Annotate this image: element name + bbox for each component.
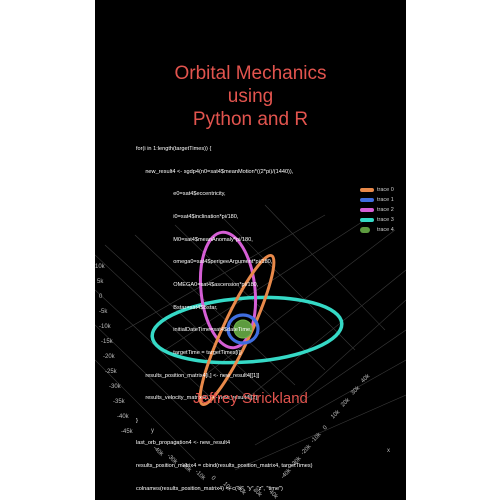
tick-label: -20k (103, 354, 116, 360)
code-line: for(i in 1:length(targetTimes)) { (136, 146, 212, 153)
legend-swatch (360, 218, 374, 222)
tick-label: -10k (99, 324, 112, 330)
legend-swatch (360, 227, 370, 233)
legend-label: trace 4 (377, 227, 394, 233)
code-line: new_result4 <- sgdp4(n0=sat4$meanMotion*… (136, 168, 294, 175)
code-line: targetTime = targetTimes[i]) (136, 349, 242, 356)
book-title: Orbital Mechanics using Python and R (95, 62, 406, 131)
code-snippet: for(i in 1:length(targetTimes)) { new_re… (136, 131, 366, 500)
book-cover: 10k 5k 0 -5k -10k -15k -20k -25k -30k -3… (95, 0, 406, 500)
legend-label: trace 2 (377, 207, 394, 213)
code-line: OMEGA0=sat4$ascension*pi/180, (136, 281, 259, 288)
tick-label: 10k (95, 264, 106, 270)
code-line: last_orb_propagation4 <- new_result4 (136, 440, 231, 447)
code-line: e0=sat4$eccentricity, (136, 191, 226, 198)
legend-label: trace 0 (377, 187, 394, 193)
code-line: colnames(results_position_matrix4) <- c(… (136, 485, 283, 492)
author-name: Jeffrey Strickland (193, 390, 308, 407)
code-line: M0=sat4$meanAnomaly*pi/180, (136, 236, 253, 243)
legend-label: trace 1 (377, 197, 394, 203)
tick-label: -5k (99, 309, 108, 315)
tick-label: -40k (117, 414, 130, 420)
title-line: Python and R (192, 109, 309, 130)
code-line: Bstar=sat4$Bstar, (136, 304, 218, 311)
code-line: results_position_matrix4 = cbind(results… (136, 463, 313, 470)
legend-swatch (360, 208, 374, 212)
axis-title-x: x (387, 448, 390, 454)
code-line: initialDateTime=sat4$dateTime, (136, 327, 252, 334)
tick-label: 5k (97, 279, 104, 285)
code-line: results_position_matrix4[i,] <- new_resu… (136, 372, 260, 379)
legend-swatch (360, 188, 374, 192)
title-line: using (227, 86, 274, 107)
legend-swatch (360, 198, 374, 202)
legend-label: trace 3 (377, 217, 394, 223)
title-line: Orbital Mechanics (174, 63, 327, 84)
code-line: } (136, 417, 138, 424)
code-line: omega0=sat4$perigeeArgument*pi/180, (136, 259, 273, 266)
tick-label: -25k (105, 369, 118, 375)
tick-label: -45k (121, 429, 134, 435)
tick-label: -15k (101, 339, 114, 345)
code-line: i0=sat4$inclination*pi/180, (136, 214, 239, 221)
